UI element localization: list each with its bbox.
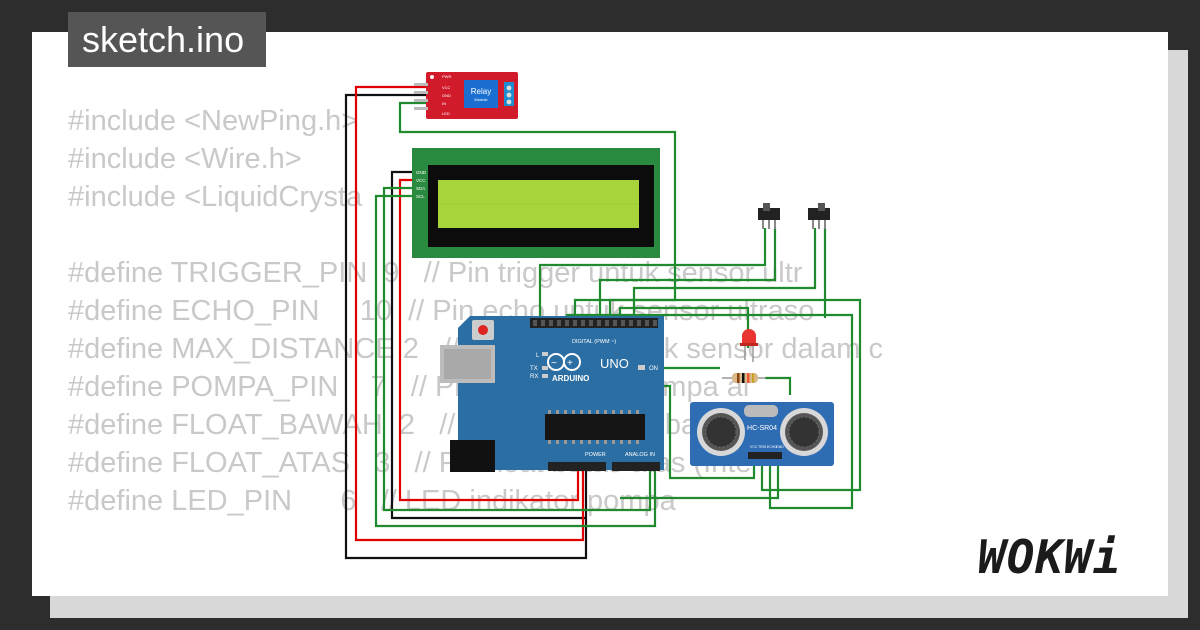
ultrasonic-sensor[interactable]: HC-SR04 VCC TRIG ECHO GND — [690, 402, 834, 466]
ultrasonic-pin-label: TRIG — [758, 445, 767, 449]
led-tx-label: TX — [530, 366, 538, 372]
resistor[interactable] — [722, 373, 766, 383]
lcd-display[interactable]: GND VCC SDA SCL — [412, 148, 660, 258]
dc-jack — [450, 440, 495, 472]
digital-label: DIGITAL (PWM ~) — [572, 339, 616, 345]
crystal — [744, 405, 778, 417]
relay-pin-label: VCC — [442, 85, 451, 90]
relay-pin-label: GND — [442, 93, 451, 98]
ultrasonic-pin-label: GND — [776, 445, 784, 449]
svg-text:−: − — [551, 358, 557, 369]
power-label: POWER — [585, 452, 606, 458]
relay-sub-label: Module — [474, 97, 488, 102]
power-header — [548, 462, 606, 471]
led-on-label: ON — [649, 366, 658, 372]
ultrasonic-label: HC-SR04 — [747, 425, 777, 432]
red-led[interactable] — [740, 329, 758, 362]
relay-pin-label: PWR — [442, 74, 451, 79]
lcd-pin-label: SCL — [416, 194, 425, 199]
ultrasonic-pin-label: VCC — [750, 445, 758, 449]
ultrasonic-pin-header — [748, 452, 782, 459]
lcd-pin-label: VCC — [416, 178, 426, 183]
lcd-pin-label: SDA — [416, 186, 425, 191]
slide-switch-1[interactable] — [758, 203, 780, 229]
relay-pin-label: LED — [442, 111, 450, 116]
relay-label: Relay — [471, 87, 491, 96]
transducer-right — [780, 408, 828, 456]
atmega-chip — [545, 414, 645, 440]
wokwi-logo: WOKWi — [978, 530, 1122, 584]
relay-indicator — [430, 75, 434, 79]
lcd-pin-label: GND — [416, 170, 427, 175]
wire-green-switch2[interactable] — [632, 228, 817, 318]
svg-text:+: + — [567, 358, 573, 369]
wire-green-resistor[interactable] — [765, 376, 792, 395]
relay-module[interactable]: PWR VCC GND IN LED Relay Module — [414, 72, 518, 119]
model-label: UNO — [600, 356, 629, 371]
slide-switch-2[interactable] — [808, 203, 830, 229]
relay-pin-label: IN — [442, 101, 446, 106]
led-rx-label: RX — [530, 374, 538, 380]
analog-header — [612, 462, 660, 471]
brand-label: ARDUINO — [552, 374, 589, 383]
analog-label: ANALOG IN — [625, 452, 655, 458]
transducer-left — [697, 408, 745, 456]
arduino-uno-board[interactable]: DIGITAL (PWM ~) − + UNO ARDUINO L TX RX … — [440, 316, 664, 472]
